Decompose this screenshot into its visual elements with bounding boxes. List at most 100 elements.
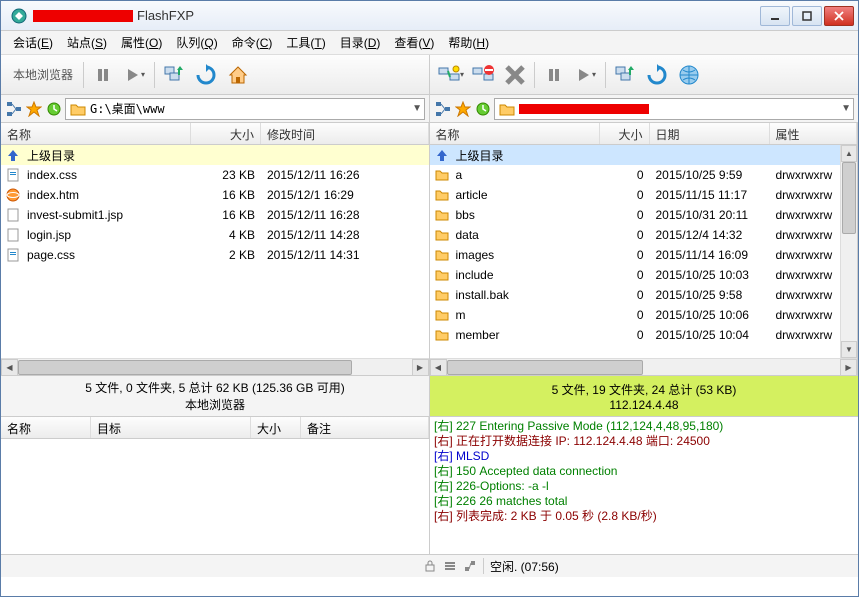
abort-button[interactable] bbox=[500, 60, 530, 90]
upload-button[interactable] bbox=[159, 60, 189, 90]
home-button[interactable] bbox=[223, 60, 253, 90]
file-row[interactable]: images02015/11/14 16:09drwxrwxrw bbox=[430, 245, 858, 265]
scroll-down-icon[interactable]: ▼ bbox=[841, 341, 857, 358]
file-row[interactable]: invest-submit1.jsp16 KB2015/12/11 16:28 bbox=[1, 205, 429, 225]
file-date: 2015/10/25 9:59 bbox=[650, 168, 770, 182]
file-row[interactable]: include02015/10/25 10:03drwxrwxrw bbox=[430, 265, 858, 285]
file-row[interactable]: login.jsp4 KB2015/12/11 14:28 bbox=[1, 225, 429, 245]
file-size: 0 bbox=[600, 188, 650, 202]
file-icon bbox=[5, 167, 21, 183]
file-row[interactable]: bbs02015/10/31 20:11drwxrwxrw bbox=[430, 205, 858, 225]
queue-col-size[interactable]: 大小 bbox=[251, 417, 301, 438]
log-pane: [右] 227 Entering Passive Mode (112,124,4… bbox=[429, 417, 858, 554]
disconnect-button[interactable] bbox=[468, 60, 498, 90]
log-line: [右] 150 Accepted data connection bbox=[434, 464, 854, 479]
title-bar: FlashFXP bbox=[1, 1, 858, 31]
parent-dir-row[interactable]: 上级目录 bbox=[1, 145, 429, 165]
scroll-right-icon[interactable]: ▶ bbox=[840, 359, 857, 376]
refresh-remote-button[interactable] bbox=[642, 60, 672, 90]
file-row[interactable]: m02015/10/25 10:06drwxrwxrw bbox=[430, 305, 858, 325]
favorite-remote-icon[interactable] bbox=[454, 100, 472, 118]
scroll-right-icon[interactable]: ▶ bbox=[412, 359, 429, 376]
queue-col-target[interactable]: 目标 bbox=[91, 417, 251, 438]
refresh-button[interactable] bbox=[191, 60, 221, 90]
file-name: index.css bbox=[21, 168, 191, 182]
remote-hscrollbar[interactable]: ◀ ▶ bbox=[430, 358, 858, 375]
globe-button[interactable] bbox=[674, 60, 704, 90]
local-hscrollbar[interactable]: ◀ ▶ bbox=[1, 358, 429, 375]
file-name: images bbox=[450, 248, 600, 262]
file-size: 4 KB bbox=[191, 228, 261, 242]
local-path-text: G:\桌面\www bbox=[90, 100, 165, 117]
queue-col-note[interactable]: 备注 bbox=[301, 417, 429, 438]
play-button[interactable]: ▾ bbox=[120, 60, 150, 90]
local-path-input[interactable]: G:\桌面\www ▼ bbox=[65, 98, 425, 120]
file-size: 16 KB bbox=[191, 188, 261, 202]
col-name[interactable]: 名称 bbox=[1, 123, 191, 144]
file-row[interactable]: data02015/12/4 14:32drwxrwxrw bbox=[430, 225, 858, 245]
pause-remote-button[interactable] bbox=[539, 60, 569, 90]
maximize-button[interactable] bbox=[792, 6, 822, 26]
menu-item[interactable]: 命令(C) bbox=[226, 32, 279, 53]
dropdown-icon[interactable]: ▼ bbox=[841, 103, 851, 114]
file-panes: 名称 大小 修改时间 上级目录 index.css23 KB2015/12/11… bbox=[1, 123, 858, 375]
log-line: [右] MLSD bbox=[434, 449, 854, 464]
address-row: G:\桌面\www ▼ ▼ bbox=[1, 95, 858, 123]
pause-button[interactable] bbox=[88, 60, 118, 90]
scroll-up-icon[interactable]: ▲ bbox=[841, 145, 857, 162]
folder-icon bbox=[434, 307, 450, 323]
menu-item[interactable]: 工具(T) bbox=[280, 32, 331, 53]
file-row[interactable]: index.css23 KB2015/12/11 16:26 bbox=[1, 165, 429, 185]
menu-item[interactable]: 帮助(H) bbox=[442, 32, 495, 53]
download-button[interactable] bbox=[610, 60, 640, 90]
file-row[interactable]: member02015/10/25 10:04drwxrwxrw bbox=[430, 325, 858, 345]
tree-remote-icon[interactable] bbox=[434, 100, 452, 118]
folder-icon bbox=[434, 247, 450, 263]
scroll-left-icon[interactable]: ◀ bbox=[430, 359, 447, 376]
menu-item[interactable]: 会话(E) bbox=[7, 32, 59, 53]
remote-path-input[interactable]: ▼ bbox=[494, 98, 854, 120]
col-size[interactable]: 大小 bbox=[600, 123, 650, 144]
menu-item[interactable]: 属性(O) bbox=[115, 32, 168, 53]
lock-icon bbox=[423, 559, 437, 573]
minimize-button[interactable] bbox=[760, 6, 790, 26]
file-date: 2015/10/25 10:04 bbox=[650, 328, 770, 342]
tree-icon[interactable] bbox=[5, 100, 23, 118]
log-body[interactable]: [右] 227 Entering Passive Mode (112,124,4… bbox=[430, 417, 858, 554]
log-line: [右] 列表完成: 2 KB 于 0.05 秒 (2.8 KB/秒) bbox=[434, 509, 854, 524]
queue-col-name[interactable]: 名称 bbox=[1, 417, 91, 438]
col-size[interactable]: 大小 bbox=[191, 123, 261, 144]
history-icon[interactable] bbox=[45, 100, 63, 118]
history-remote-icon[interactable] bbox=[474, 100, 492, 118]
file-row[interactable]: install.bak02015/10/25 9:58drwxrwxrw bbox=[430, 285, 858, 305]
play-remote-button[interactable]: ▾ bbox=[571, 60, 601, 90]
col-mtime[interactable]: 修改时间 bbox=[261, 123, 429, 144]
log-line: [右] 226 26 matches total bbox=[434, 494, 854, 509]
close-button[interactable] bbox=[824, 6, 854, 26]
dropdown-icon[interactable]: ▼ bbox=[412, 103, 422, 114]
file-date: 2015/11/15 11:17 bbox=[650, 188, 770, 202]
menu-item[interactable]: 队列(Q) bbox=[170, 32, 223, 53]
folder-icon bbox=[434, 187, 450, 203]
col-attr[interactable]: 属性 bbox=[770, 123, 858, 144]
remote-vscrollbar[interactable]: ▲ ▼ bbox=[840, 145, 857, 358]
file-name: bbs bbox=[450, 208, 600, 222]
log-line: [右] 226-Options: -a -l bbox=[434, 479, 854, 494]
col-name[interactable]: 名称 bbox=[430, 123, 600, 144]
scroll-left-icon[interactable]: ◀ bbox=[1, 359, 18, 376]
menu-item[interactable]: 站点(S) bbox=[61, 32, 113, 53]
file-row[interactable]: article02015/11/15 11:17drwxrwxrw bbox=[430, 185, 858, 205]
status-text: 空闲. (07:56) bbox=[490, 558, 559, 575]
file-row[interactable]: page.css2 KB2015/12/11 14:31 bbox=[1, 245, 429, 265]
up-dir-label: 上级目录 bbox=[21, 147, 191, 164]
favorite-icon[interactable] bbox=[25, 100, 43, 118]
menu-item[interactable]: 目录(D) bbox=[334, 32, 387, 53]
folder-icon bbox=[434, 327, 450, 343]
col-date[interactable]: 日期 bbox=[650, 123, 770, 144]
parent-dir-row[interactable]: 上级目录 bbox=[430, 145, 858, 165]
file-row[interactable]: a02015/10/25 9:59drwxrwxrw bbox=[430, 165, 858, 185]
connect-button[interactable]: ▾ bbox=[436, 60, 466, 90]
file-row[interactable]: index.htm16 KB2015/12/1 16:29 bbox=[1, 185, 429, 205]
menu-item[interactable]: 查看(V) bbox=[388, 32, 440, 53]
file-name: a bbox=[450, 168, 600, 182]
